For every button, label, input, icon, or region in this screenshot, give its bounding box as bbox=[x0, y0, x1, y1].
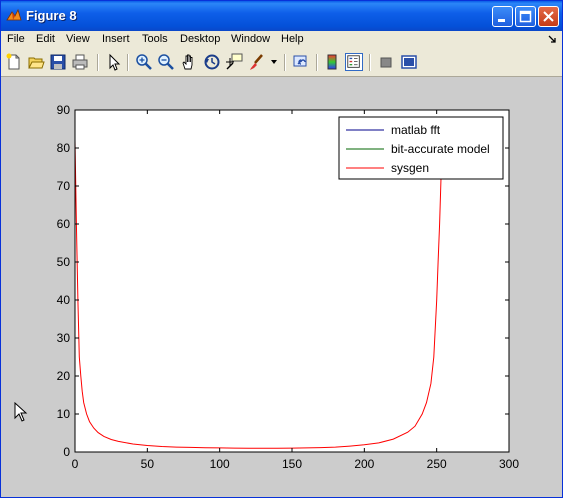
figure-window: Figure 8 File Edit View Insert Tools Des… bbox=[0, 0, 563, 498]
minimize-icon bbox=[498, 19, 505, 22]
open-file-icon[interactable] bbox=[27, 53, 45, 71]
x-tick-label: 100 bbox=[210, 457, 230, 471]
x-tick-label: 0 bbox=[72, 457, 79, 471]
menu-desktop[interactable]: Desktop bbox=[180, 33, 220, 45]
save-icon[interactable] bbox=[49, 53, 67, 71]
y-tick-label: 70 bbox=[57, 179, 71, 193]
menu-tools[interactable]: Tools bbox=[142, 33, 168, 45]
link-plot-icon[interactable] bbox=[292, 53, 310, 71]
maximize-icon bbox=[519, 10, 532, 23]
y-tick-label: 90 bbox=[57, 103, 71, 117]
title-bar[interactable]: Figure 8 bbox=[1, 1, 562, 31]
matlab-icon bbox=[6, 8, 22, 21]
legend-icon[interactable] bbox=[345, 53, 363, 71]
window-title: Figure 8 bbox=[26, 8, 77, 23]
zoom-in-icon[interactable] bbox=[135, 53, 153, 71]
menu-insert[interactable]: Insert bbox=[102, 33, 130, 45]
y-tick-label: 20 bbox=[57, 369, 71, 383]
y-tick-label: 80 bbox=[57, 141, 71, 155]
y-tick-label: 60 bbox=[57, 217, 71, 231]
close-button[interactable] bbox=[538, 6, 559, 27]
show-plot-tools-icon[interactable] bbox=[400, 53, 418, 71]
hide-plot-tools-icon[interactable] bbox=[377, 53, 395, 71]
y-tick-label: 30 bbox=[57, 331, 71, 345]
dock-arrow-icon[interactable] bbox=[548, 35, 557, 44]
colorbar-icon[interactable] bbox=[323, 53, 341, 71]
chart[interactable]: 0 50 100 150 200 250 300 0 10 20 30 40 50 60 70 80 90 ma… bbox=[1, 77, 562, 497]
legend-label: matlab fft bbox=[391, 123, 441, 137]
y-tick-label: 0 bbox=[63, 445, 70, 459]
x-tick-label: 150 bbox=[282, 457, 302, 471]
menu-help[interactable]: Help bbox=[281, 33, 304, 45]
x-tick-label: 300 bbox=[499, 457, 519, 471]
mouse-cursor-icon bbox=[14, 402, 28, 422]
menu-view[interactable]: View bbox=[66, 33, 90, 45]
figure-toolbar bbox=[1, 49, 562, 77]
menu-window[interactable]: Window bbox=[231, 33, 270, 45]
menu-bar: File Edit View Insert Tools Desktop Wind… bbox=[1, 31, 562, 49]
print-icon[interactable] bbox=[71, 53, 89, 71]
zoom-out-icon[interactable] bbox=[157, 53, 175, 71]
data-cursor-icon[interactable] bbox=[225, 53, 243, 71]
maximize-button[interactable] bbox=[515, 6, 536, 27]
dropdown-arrow-icon[interactable] bbox=[271, 59, 278, 65]
menu-file[interactable]: File bbox=[7, 33, 25, 45]
brush-icon[interactable] bbox=[248, 53, 266, 71]
pan-hand-icon[interactable] bbox=[180, 53, 198, 71]
y-tick-label: 40 bbox=[57, 293, 71, 307]
y-tick-label: 50 bbox=[57, 255, 71, 269]
x-tick-label: 250 bbox=[427, 457, 447, 471]
y-tick-label: 10 bbox=[57, 407, 71, 421]
new-figure-icon[interactable] bbox=[5, 53, 23, 71]
toolbar-separator bbox=[369, 54, 371, 71]
edit-plot-arrow-icon[interactable] bbox=[105, 53, 123, 71]
menu-edit[interactable]: Edit bbox=[36, 33, 55, 45]
close-icon bbox=[543, 11, 554, 22]
toolbar-separator bbox=[97, 54, 99, 71]
x-tick-label: 200 bbox=[354, 457, 374, 471]
legend-label: sysgen bbox=[391, 161, 429, 175]
legend-label: bit-accurate model bbox=[391, 142, 490, 156]
x-tick-label: 50 bbox=[141, 457, 155, 471]
toolbar-separator bbox=[284, 54, 286, 71]
rotate-3d-icon[interactable] bbox=[203, 53, 221, 71]
minimize-button[interactable] bbox=[492, 6, 513, 27]
legend[interactable]: matlab fft bit-accurate model sysgen bbox=[338, 116, 504, 180]
plot-area: 0 50 100 150 200 250 300 0 10 20 30 40 50 60 70 80 90 ma… bbox=[1, 77, 562, 497]
toolbar-separator bbox=[316, 54, 318, 71]
toolbar-separator bbox=[127, 54, 129, 71]
